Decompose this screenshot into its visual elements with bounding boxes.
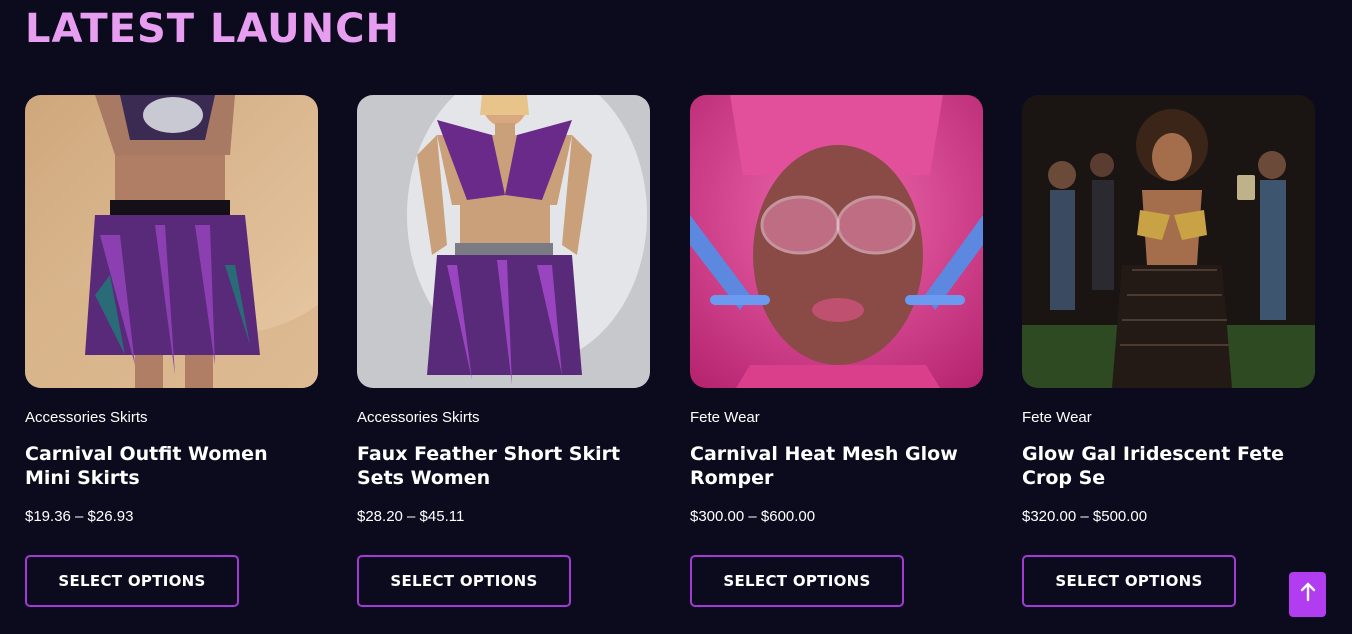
arrow-up-icon — [1300, 582, 1316, 607]
product-price: $320.00 – $500.00 — [1022, 508, 1148, 525]
scroll-to-top-button[interactable] — [1289, 572, 1326, 617]
product-price: $28.20 – $45.11 — [357, 508, 465, 525]
product-card: Fete Wear Carnival Heat Mesh Glow Romper… — [690, 95, 983, 607]
product-price: $300.00 – $600.00 — [690, 508, 816, 525]
product-card: Accessories Skirts Carnival Outfit Women… — [25, 95, 318, 607]
product-image[interactable] — [1022, 95, 1315, 388]
select-options-button[interactable]: SELECT OPTIONS — [357, 555, 571, 607]
product-category[interactable]: Accessories Skirts — [357, 409, 480, 426]
product-image[interactable] — [25, 95, 318, 388]
product-price: $19.36 – $26.93 — [25, 508, 134, 525]
product-category[interactable]: Fete Wear — [690, 409, 760, 426]
select-options-button[interactable]: SELECT OPTIONS — [25, 555, 239, 607]
section-title: LATEST LAUNCH — [25, 6, 400, 52]
product-title[interactable]: Carnival Heat Mesh Glow Romper — [690, 442, 983, 490]
product-title[interactable]: Glow Gal Iridescent Fete Crop Se — [1022, 442, 1315, 490]
product-image[interactable] — [690, 95, 983, 388]
product-category[interactable]: Fete Wear — [1022, 409, 1092, 426]
select-options-button[interactable]: SELECT OPTIONS — [1022, 555, 1236, 607]
product-category[interactable]: Accessories Skirts — [25, 409, 148, 426]
product-title[interactable]: Carnival Outfit Women Mini Skirts — [25, 442, 318, 490]
product-card: Fete Wear Glow Gal Iridescent Fete Crop … — [1022, 95, 1315, 607]
product-title[interactable]: Faux Feather Short Skirt Sets Women — [357, 442, 650, 490]
select-options-button[interactable]: SELECT OPTIONS — [690, 555, 904, 607]
product-card: Accessories Skirts Faux Feather Short Sk… — [357, 95, 650, 607]
product-image[interactable] — [357, 95, 650, 388]
